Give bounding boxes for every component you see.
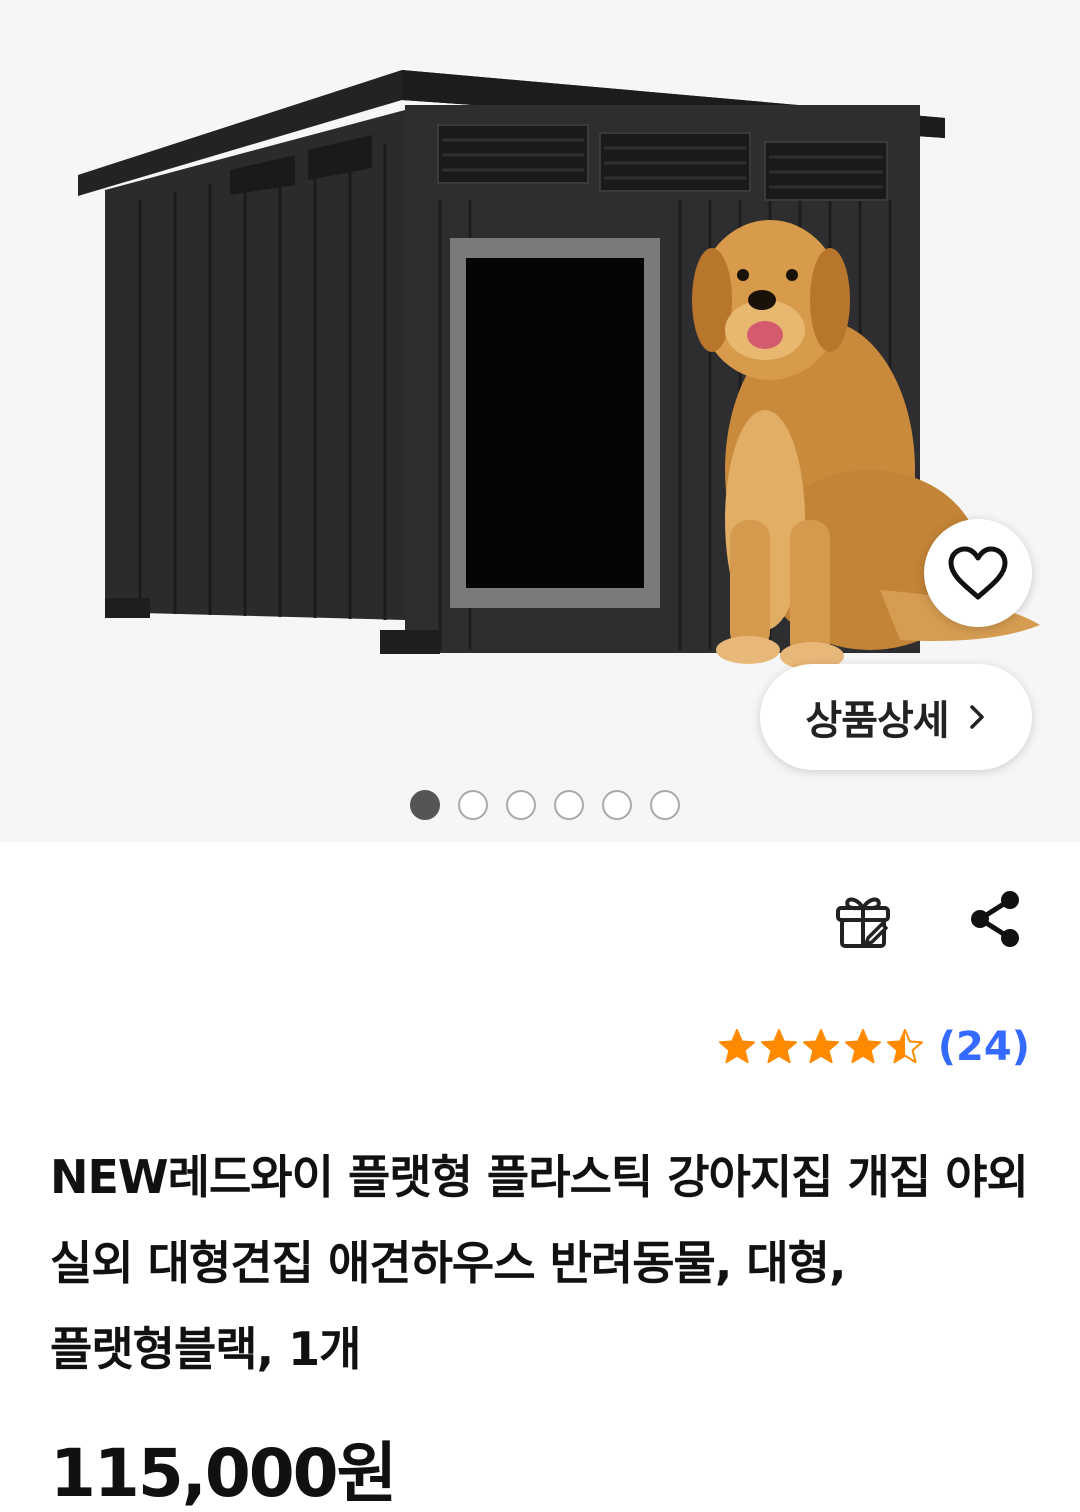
gift-icon (836, 897, 890, 948)
carousel-dot[interactable] (602, 790, 632, 820)
star-half-icon (886, 1029, 923, 1064)
product-title: NEW레드와이 플랫형 플라스틱 강아지집 개집 야외 실외 대형견집 애견하우… (50, 1150, 1029, 1376)
carousel-dot[interactable] (554, 790, 584, 820)
carousel-dot[interactable] (410, 790, 440, 820)
product-image-carousel[interactable]: 상품상세 (0, 0, 1080, 842)
star-full-icon (844, 1029, 881, 1064)
heart-icon (948, 546, 1008, 600)
share-button[interactable] (962, 886, 1028, 952)
product-price: 115,000원 (50, 1435, 397, 1512)
star-full-icon (802, 1029, 839, 1064)
review-count[interactable]: (24) (938, 1024, 1030, 1070)
gift-button[interactable] (830, 886, 896, 952)
wishlist-button[interactable] (924, 519, 1032, 627)
share-icon (971, 891, 1019, 947)
product-detail-label: 상품상세 (805, 698, 949, 744)
star-full-icon (718, 1029, 755, 1064)
rating-stars (718, 1028, 924, 1066)
rating-summary[interactable]: (24) (718, 1024, 1030, 1070)
product-detail-button[interactable]: 상품상세 (760, 664, 1032, 770)
product-actions (0, 886, 1080, 956)
star-full-icon (760, 1029, 797, 1064)
carousel-dot[interactable] (506, 790, 536, 820)
carousel-indicator (0, 790, 1080, 820)
chevron-right-icon (969, 705, 984, 729)
carousel-dot[interactable] (650, 790, 680, 820)
carousel-dot[interactable] (458, 790, 488, 820)
